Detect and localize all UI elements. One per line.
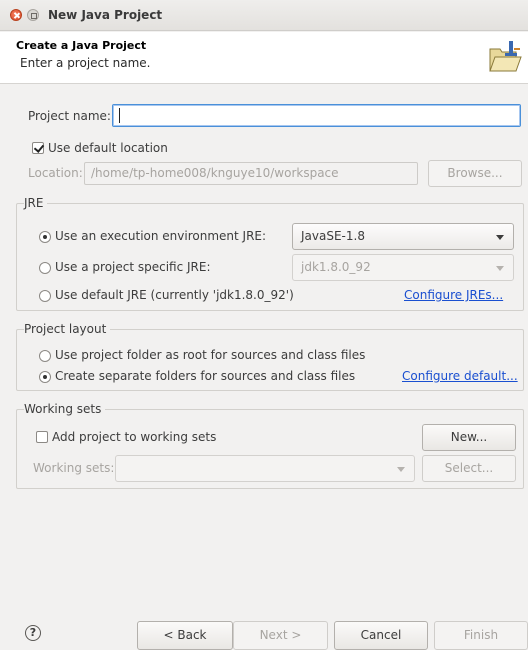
working-sets-combo[interactable] xyxy=(115,455,415,482)
layout-separate-radio[interactable] xyxy=(39,371,51,383)
select-working-sets-button[interactable]: Select... xyxy=(422,455,516,482)
jre-specific-radio[interactable] xyxy=(39,262,51,274)
use-default-location-checkbox[interactable] xyxy=(32,142,44,154)
layout-separate-label: Create separate folders for sources and … xyxy=(55,369,356,383)
configure-jres-link[interactable]: Configure JREs... xyxy=(404,288,503,302)
chevron-down-icon xyxy=(496,235,504,240)
cancel-button[interactable]: Cancel xyxy=(334,621,428,650)
use-default-location-label: Use default location xyxy=(48,141,168,155)
jre-specific-label: Use a project specific JRE: xyxy=(55,260,211,274)
jre-env-radio[interactable] xyxy=(39,231,51,243)
working-sets-label: Working sets: xyxy=(33,461,115,475)
maximize-window-icon[interactable] xyxy=(27,9,39,21)
new-working-set-button[interactable]: New... xyxy=(422,424,516,451)
project-name-label: Project name: xyxy=(28,109,111,123)
jre-default-radio[interactable] xyxy=(39,290,51,302)
execution-environment-combo[interactable]: JavaSE-1.8 xyxy=(292,223,514,250)
chevron-down-icon xyxy=(496,266,504,271)
project-specific-jre-combo[interactable]: jdk1.8.0_92 xyxy=(292,254,514,281)
add-to-working-sets-checkbox[interactable] xyxy=(36,431,48,443)
add-to-working-sets-label: Add project to working sets xyxy=(52,430,217,444)
project-name-input[interactable] xyxy=(112,104,521,127)
working-sets-group-label: Working sets xyxy=(24,402,106,416)
chevron-down-icon xyxy=(397,467,405,472)
wizard-header: Create a Java Project Enter a project na… xyxy=(0,32,528,84)
location-label: Location: xyxy=(28,166,83,180)
configure-default-link[interactable]: Configure default... xyxy=(402,369,518,383)
next-button[interactable]: Next > xyxy=(233,621,328,650)
back-button[interactable]: < Back xyxy=(137,621,233,650)
layout-root-label: Use project folder as root for sources a… xyxy=(55,348,366,362)
window-title: New Java Project xyxy=(48,8,163,22)
wizard-description: Enter a project name. xyxy=(20,56,151,70)
project-specific-jre-value: jdk1.8.0_92 xyxy=(301,260,371,274)
text-cursor xyxy=(119,108,120,123)
location-input[interactable]: /home/tp-home008/knguye10/workspace xyxy=(84,162,418,185)
jre-group-label: JRE xyxy=(24,196,48,210)
execution-environment-value: JavaSE-1.8 xyxy=(301,229,365,243)
finish-button[interactable]: Finish xyxy=(434,621,528,650)
layout-root-radio[interactable] xyxy=(39,350,51,362)
wizard-title: Create a Java Project xyxy=(16,39,147,52)
browse-button[interactable]: Browse... xyxy=(428,160,522,187)
java-project-folder-icon xyxy=(489,41,522,72)
project-layout-group-label: Project layout xyxy=(24,322,111,336)
title-bar: New Java Project xyxy=(0,0,528,31)
jre-env-label: Use an execution environment JRE: xyxy=(55,229,267,243)
close-window-icon[interactable] xyxy=(10,9,22,21)
help-icon[interactable]: ? xyxy=(25,625,41,641)
jre-default-label: Use default JRE (currently 'jdk1.8.0_92'… xyxy=(55,288,294,302)
